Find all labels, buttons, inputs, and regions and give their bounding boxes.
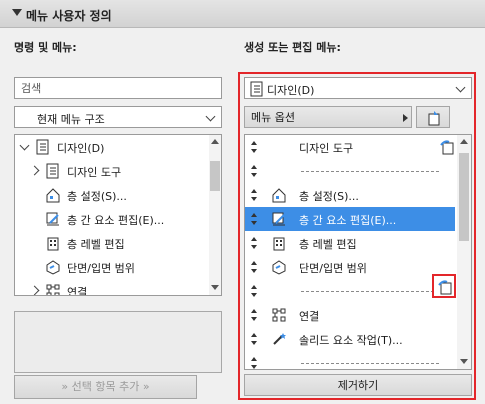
- tree-item-label: 연결: [67, 286, 88, 296]
- menu-list-item[interactable]: 디자인 도구: [245, 135, 455, 159]
- menu-list-item[interactable]: 연결: [245, 303, 455, 327]
- tree-item-label: 층 간 요소 편집(E)...: [67, 214, 165, 227]
- menu-list-item[interactable]: 단면/입면 범위: [245, 255, 455, 279]
- scrollbar-thumb[interactable]: [210, 161, 220, 191]
- tree-item-label: 디자인 도구: [67, 166, 122, 179]
- nodes-icon: [46, 284, 60, 295]
- menu-list-item-label: 솔리드 요소 작업(T)...: [299, 334, 403, 347]
- section-title: 메뉴 사용자 정의: [26, 9, 112, 23]
- menu-list-item-label: 층 설정(S)...: [299, 190, 359, 203]
- scroll-down-icon[interactable]: [211, 285, 219, 290]
- submenu-arrow-icon: [403, 114, 408, 122]
- scroll-down-icon[interactable]: [460, 359, 468, 364]
- chevron-down-icon[interactable]: [19, 140, 30, 151]
- menu-options-dropdown[interactable]: 메뉴 옵션: [244, 106, 412, 128]
- scroll-up-icon[interactable]: [460, 139, 468, 144]
- tree-scrollbar[interactable]: [209, 135, 221, 295]
- building-icon: [47, 237, 59, 251]
- menu-separator[interactable]: [245, 351, 455, 369]
- menu-icon: [250, 81, 263, 97]
- separator-line: [301, 363, 439, 364]
- menu-list-item-label: 연결: [299, 310, 320, 323]
- menu-structure-select[interactable]: 현재 메뉴 구조: [14, 106, 222, 128]
- search-input[interactable]: [15, 78, 221, 98]
- tree-item-label: 단면/입면 범위: [67, 262, 135, 275]
- nodes-icon: [272, 308, 286, 322]
- building-icon: [273, 237, 285, 251]
- add-to-menu-highlight[interactable]: [432, 274, 456, 298]
- drag-handle-icon[interactable]: [251, 261, 259, 273]
- drag-handle-icon[interactable]: [251, 309, 259, 321]
- add-to-menu-icon[interactable]: [439, 139, 455, 155]
- menu-options-label: 메뉴 옵션: [251, 111, 295, 124]
- tree-item[interactable]: 디자인(D): [15, 135, 221, 159]
- separator-line: [301, 171, 439, 172]
- house-icon: [46, 188, 60, 203]
- drag-handle-icon[interactable]: [251, 285, 259, 297]
- tree-item[interactable]: 층 레벨 편집: [15, 231, 221, 255]
- scroll-up-icon[interactable]: [211, 139, 219, 144]
- tree-item[interactable]: 층 설정(S)...: [15, 183, 221, 207]
- edit-list-scrollbar[interactable]: [457, 135, 471, 369]
- add-to-menu-icon[interactable]: [437, 279, 453, 295]
- description-box: [14, 311, 222, 373]
- edit-menu-column-label: 생성 또는 편집 메뉴:: [244, 41, 341, 54]
- story-edit-icon: [46, 212, 59, 226]
- tree-item-label: 층 레벨 편집: [67, 238, 125, 251]
- tree-item[interactable]: 단면/입면 범위: [15, 255, 221, 279]
- edit-menu-list[interactable]: 디자인 도구층 설정(S)... 층 간 요소 편집(E)... 층 레벨 편집단면…: [244, 134, 472, 370]
- new-menu-icon: [428, 111, 440, 126]
- menu-list-item[interactable]: 층 레벨 편집: [245, 231, 455, 255]
- chevron-right-icon[interactable]: [29, 165, 40, 176]
- edit-menu-value: 디자인(D): [267, 84, 315, 97]
- add-selected-button[interactable]: » 선택 항목 추가 »: [14, 375, 197, 399]
- menu-list-item-label: 단면/입면 범위: [299, 262, 367, 275]
- collapse-triangle-icon[interactable]: [12, 9, 22, 16]
- menu-separator[interactable]: [245, 279, 455, 303]
- drag-handle-icon[interactable]: [251, 141, 259, 153]
- tree-item[interactable]: 디자인 도구: [15, 159, 221, 183]
- box-icon: [272, 260, 286, 275]
- menu-list-item[interactable]: 층 간 요소 편집(E)...: [245, 207, 455, 231]
- drag-handle-icon[interactable]: [251, 237, 259, 249]
- drag-handle-icon[interactable]: [251, 357, 259, 369]
- chevron-right-icon[interactable]: [29, 285, 40, 295]
- menu-list-item-label: 디자인 도구: [299, 142, 354, 155]
- menu-list-item[interactable]: 솔리드 요소 작업(T)...: [245, 327, 455, 351]
- house-icon: [272, 188, 286, 203]
- tree-item[interactable]: 층 간 요소 편집(E)...: [15, 207, 221, 231]
- new-menu-button[interactable]: [416, 106, 450, 128]
- menu-structure-value: 현재 메뉴 구조: [37, 113, 105, 126]
- section-header[interactable]: 메뉴 사용자 정의: [0, 0, 485, 28]
- wand-icon: [273, 333, 286, 345]
- search-field[interactable]: [14, 77, 222, 99]
- story-edit-icon: [272, 212, 285, 226]
- edit-menu-select[interactable]: 디자인(D): [244, 77, 472, 99]
- menu-icon: [46, 163, 59, 179]
- tree-item-label: 층 설정(S)...: [67, 190, 127, 203]
- chevron-down-icon: [455, 82, 466, 93]
- menu-list-item-label: 층 간 요소 편집(E)...: [299, 214, 397, 227]
- remove-button[interactable]: 제거하기: [244, 374, 472, 396]
- drag-handle-icon[interactable]: [251, 189, 259, 201]
- box-icon: [46, 260, 60, 275]
- drag-handle-icon[interactable]: [251, 213, 259, 225]
- commands-tree[interactable]: 디자인(D) 디자인 도구 층 설정(S)... 층 간 요소 편집(E)...…: [14, 134, 222, 296]
- tree-item-label: 디자인(D): [57, 142, 105, 155]
- chevron-down-icon: [205, 111, 216, 122]
- tree-item[interactable]: 연결: [15, 279, 221, 296]
- separator-line: [301, 291, 439, 292]
- menu-icon: [36, 139, 49, 155]
- menu-separator[interactable]: [245, 159, 455, 183]
- drag-handle-icon[interactable]: [251, 165, 259, 177]
- drag-handle-icon[interactable]: [251, 333, 259, 345]
- commands-column-label: 명령 및 메뉴:: [14, 41, 77, 54]
- menu-list-item-label: 층 레벨 편집: [299, 238, 357, 251]
- menu-list-item[interactable]: 층 설정(S)...: [245, 183, 455, 207]
- scrollbar-thumb[interactable]: [459, 153, 469, 241]
